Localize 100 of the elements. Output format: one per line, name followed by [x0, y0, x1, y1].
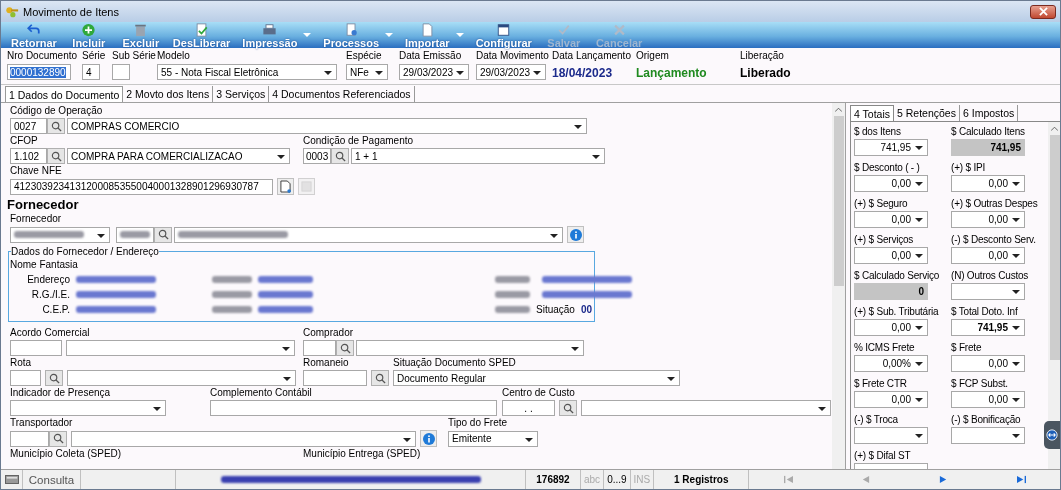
- search-button[interactable]: [49, 430, 67, 447]
- field-label: Nome Fantasia: [10, 259, 79, 271]
- toolbar-button[interactable]: Processos: [317, 22, 385, 48]
- caret-icon[interactable]: [455, 33, 464, 37]
- amount-field[interactable]: 0,00: [951, 247, 1025, 264]
- dropdown-field[interactable]: NFe: [346, 64, 388, 80]
- amount-field[interactable]: 0,00: [951, 211, 1025, 228]
- dropdown-field[interactable]: Emitente: [448, 430, 538, 447]
- dropdown-field[interactable]: [71, 430, 416, 447]
- code-field[interactable]: . .: [502, 400, 555, 416]
- plus-icon[interactable]: [81, 23, 97, 37]
- dropdown-field[interactable]: [66, 340, 295, 356]
- group-title: Dados do Fornecedor / Endereço: [11, 245, 159, 258]
- code-field[interactable]: 1.102: [10, 148, 47, 164]
- field-label: (-) $ Desconto Serv.: [951, 233, 1037, 246]
- dropdown-field[interactable]: 29/03/2023: [399, 64, 469, 80]
- search-button[interactable]: [559, 400, 577, 416]
- dropdown-field[interactable]: [174, 226, 563, 243]
- search-button[interactable]: [47, 118, 65, 134]
- tab[interactable]: 3 Serviços: [213, 86, 270, 102]
- toolbar-button[interactable]: Impressão: [236, 22, 304, 48]
- input-field[interactable]: 41230392341312000853550040001328901296930787: [10, 178, 273, 195]
- toolbar-button[interactable]: Excluir: [114, 22, 167, 48]
- code-field[interactable]: 0003: [303, 148, 331, 164]
- close-icon[interactable]: [1038, 7, 1048, 16]
- amount-field[interactable]: 0,00: [951, 175, 1025, 192]
- toolbar-button[interactable]: Incluir: [62, 22, 115, 48]
- tab[interactable]: 4 Documentos Referenciados: [269, 86, 415, 102]
- amount-field[interactable]: 0,00%: [854, 355, 928, 372]
- code-field[interactable]: [116, 226, 154, 243]
- search-button[interactable]: [154, 226, 172, 243]
- document-check-icon[interactable]: [194, 23, 210, 37]
- scroll-thumb[interactable]: [833, 116, 844, 286]
- search-button[interactable]: [47, 148, 65, 164]
- close-button[interactable]: [1030, 4, 1056, 19]
- dropdown-field[interactable]: [67, 370, 296, 386]
- tab[interactable]: 4 Totais: [850, 105, 894, 121]
- input-field[interactable]: [112, 64, 130, 80]
- remote-tab-icon[interactable]: [1044, 421, 1060, 449]
- scroll-up-icon[interactable]: [835, 107, 842, 112]
- dropdown-field[interactable]: [356, 340, 584, 356]
- tab[interactable]: 5 Retenções: [894, 105, 960, 121]
- amount-field[interactable]: 741,95: [854, 139, 928, 156]
- toolbar-button[interactable]: Configurar: [469, 22, 538, 48]
- amount-field[interactable]: 0,00: [951, 355, 1025, 372]
- input-field[interactable]: 0000132890: [7, 64, 71, 80]
- info-button[interactable]: [567, 226, 584, 243]
- printer-icon[interactable]: [262, 23, 278, 37]
- amount-field[interactable]: [854, 427, 928, 444]
- triangle-icon[interactable]: [938, 475, 949, 484]
- search-button[interactable]: [336, 340, 354, 356]
- search-button[interactable]: [331, 148, 349, 164]
- dropdown-field[interactable]: 55 - Nota Fiscal Eletrônica: [157, 64, 337, 80]
- search-button[interactable]: [45, 370, 63, 386]
- document-button[interactable]: [277, 178, 294, 195]
- amount-field[interactable]: 0,00: [854, 391, 928, 408]
- back-arrow-icon[interactable]: [26, 23, 42, 37]
- amount-field[interactable]: 0,00: [854, 175, 928, 192]
- dropdown-field[interactable]: Documento Regular: [393, 370, 680, 386]
- scroll-thumb[interactable]: [1049, 135, 1060, 360]
- code-field[interactable]: [10, 340, 62, 356]
- scrollbar[interactable]: [832, 103, 845, 469]
- code-field[interactable]: [10, 430, 49, 447]
- field-label: $ Frete: [951, 341, 983, 354]
- search-button[interactable]: [371, 370, 389, 386]
- code-field[interactable]: 0027: [10, 118, 47, 134]
- toolbar-button[interactable]: Retornar: [5, 22, 63, 48]
- amount-field[interactable]: 0,00: [854, 211, 928, 228]
- toolbar-button[interactable]: DesLiberar: [166, 22, 237, 48]
- info-button[interactable]: [420, 430, 437, 447]
- input-field[interactable]: [210, 400, 497, 416]
- dropdown-field[interactable]: COMPRA PARA COMERCIALIZACAO: [67, 148, 290, 164]
- code-field[interactable]: [303, 340, 336, 356]
- code-field[interactable]: [303, 370, 367, 386]
- scrollbar[interactable]: [1048, 122, 1060, 469]
- code-field[interactable]: [10, 370, 41, 386]
- dropdown-field[interactable]: [10, 400, 166, 416]
- tab[interactable]: 1 Dados do Documento: [5, 86, 124, 102]
- window-icon[interactable]: [496, 23, 512, 37]
- amount-field[interactable]: 0,00: [951, 391, 1025, 408]
- trash-icon[interactable]: [133, 23, 149, 37]
- amount-field[interactable]: [951, 427, 1025, 444]
- status-indicator: abc: [584, 474, 601, 485]
- scroll-up-icon[interactable]: [1051, 126, 1058, 131]
- amount-field[interactable]: 0,00: [854, 319, 928, 336]
- tab[interactable]: 2 Movto dos Itens: [123, 86, 214, 102]
- toolbar-button[interactable]: Importar: [399, 22, 456, 48]
- dropdown-field[interactable]: 29/03/2023: [476, 64, 546, 80]
- amount-field[interactable]: [951, 283, 1025, 300]
- skip-icon[interactable]: [1015, 475, 1027, 484]
- amount-field[interactable]: 741,95: [951, 319, 1025, 336]
- caret-icon[interactable]: [303, 33, 312, 37]
- dropdown-field[interactable]: [10, 226, 110, 243]
- caret-icon[interactable]: [385, 33, 393, 37]
- dropdown-field[interactable]: 1 + 1: [351, 148, 605, 164]
- dropdown-field[interactable]: COMPRAS COMERCIO: [67, 118, 587, 134]
- amount-field[interactable]: 0,00: [854, 247, 928, 264]
- input-field[interactable]: 4: [82, 64, 100, 80]
- dropdown-field[interactable]: [581, 400, 831, 416]
- tab[interactable]: 6 Impostos: [959, 105, 1019, 121]
